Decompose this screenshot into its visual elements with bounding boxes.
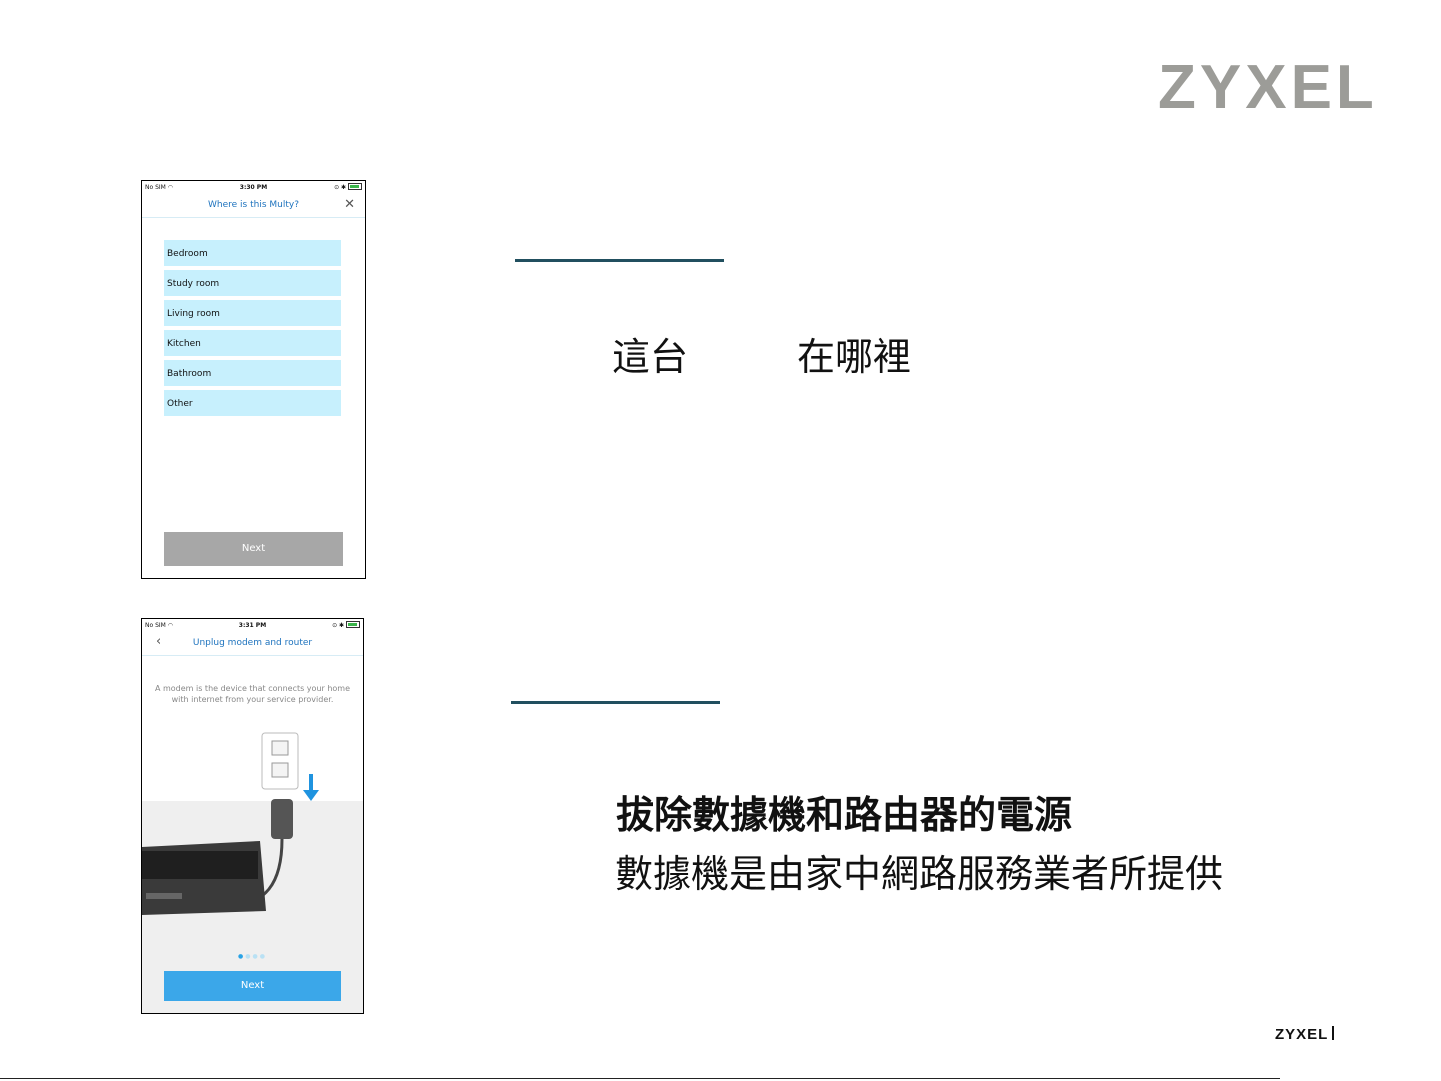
room-option-other[interactable]: Other: [164, 390, 341, 416]
room-option-living-room[interactable]: Living room: [164, 300, 341, 326]
section-underline-1: [515, 259, 724, 262]
status-bar: No SIM ◠ 3:31 PM ⊙ ✱: [142, 619, 363, 631]
status-icons: ⊙ ✱: [334, 183, 362, 191]
section-underline-2: [511, 701, 720, 704]
screen-title: Unplug modem and router: [192, 638, 313, 648]
phone-screenshot-location: No SIM ◠ 3:30 PM ⊙ ✱ Where is this Multy…: [141, 180, 366, 579]
room-option-bedroom[interactable]: Bedroom: [164, 240, 341, 266]
modem-device-icon: [142, 841, 266, 915]
phone-screenshot-unplug: No SIM ◠ 3:31 PM ⊙ ✱ ‹ Unplug modem and …: [141, 618, 364, 1014]
wall-outlet-icon: [261, 732, 299, 790]
step2-heading: 拔除數據機和路由器的電源: [616, 793, 1073, 837]
status-time: 3:31 PM: [238, 622, 267, 629]
room-list: Bedroom Study room Living room Kitchen B…: [164, 240, 341, 420]
page-dot: ●: [259, 953, 267, 960]
battery-icon: [348, 183, 362, 190]
next-button[interactable]: Next: [164, 971, 341, 1001]
page-indicator: ●●●●: [142, 953, 363, 960]
status-bar: No SIM ◠ 3:30 PM ⊙ ✱: [142, 181, 365, 193]
zyxel-logo: ZYXEL: [1158, 53, 1378, 122]
step2-body: 數據機是由家中網路服務業者所提供: [615, 852, 1224, 896]
next-button-disabled[interactable]: Next: [164, 532, 343, 566]
room-option-bathroom[interactable]: Bathroom: [164, 360, 341, 386]
page-dot: ●: [252, 953, 260, 960]
footer-rule: [0, 1078, 1280, 1079]
lock-icon: ⊙: [332, 622, 338, 629]
footer-logo: ZYXEL: [1275, 1026, 1335, 1043]
close-icon[interactable]: ✕: [344, 197, 355, 212]
room-option-kitchen[interactable]: Kitchen: [164, 330, 341, 356]
modem-description: A modem is the device that connects your…: [154, 684, 351, 704]
room-option-study-room[interactable]: Study room: [164, 270, 341, 296]
screen-title: Where is this Multy?: [208, 200, 299, 210]
bluetooth-icon: ✱: [341, 184, 347, 191]
status-time: 3:30 PM: [239, 184, 268, 191]
lock-icon: ⊙: [334, 184, 340, 191]
footer-divider: [1332, 1026, 1335, 1040]
nav-bar: Where is this Multy? ✕: [142, 193, 365, 218]
bluetooth-icon: ✱: [339, 622, 345, 629]
modem-unplug-graphic: [142, 732, 319, 915]
status-icons: ⊙ ✱: [332, 621, 360, 629]
page-dot: ●: [245, 953, 253, 960]
nav-bar: ‹ Unplug modem and router: [142, 631, 363, 656]
step1-text-part2: 在哪裡: [797, 335, 912, 379]
down-arrow-icon: [303, 774, 319, 801]
battery-icon: [346, 621, 360, 628]
step1-text-part1: 這台: [612, 335, 689, 379]
